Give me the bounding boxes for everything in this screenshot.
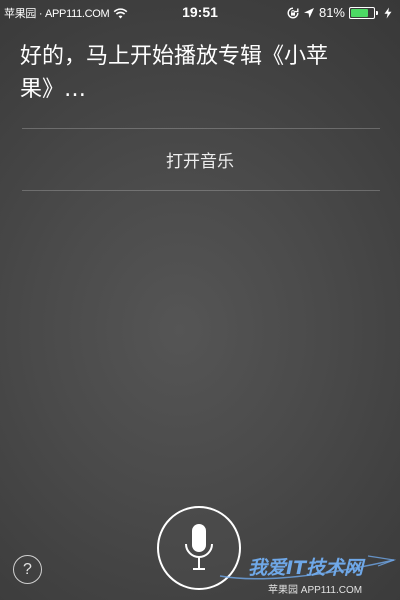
help-icon: ? xyxy=(23,560,32,578)
location-icon xyxy=(303,7,314,18)
battery-percent: 81% xyxy=(318,5,345,20)
watermark-sub: 苹果园 APP111.COM xyxy=(268,585,363,596)
microphone-icon xyxy=(185,524,213,570)
battery-fill xyxy=(351,8,369,17)
battery-icon xyxy=(349,6,378,19)
help-button[interactable]: ? xyxy=(13,555,42,584)
rotation-lock-icon xyxy=(287,7,299,18)
watermark: 我爱IT技术网 苹果园 APP111.COM xyxy=(218,550,396,596)
watermark-logo-text: 我爱IT技术网 xyxy=(248,557,366,579)
status-bar: 苹果园 · APP111.COM 19:51 81% xyxy=(0,0,400,26)
open-music-button[interactable]: 打开音乐 xyxy=(0,128,400,190)
charging-icon xyxy=(384,7,392,18)
open-music-label: 打开音乐 xyxy=(166,151,234,172)
siri-response-text: 好的，马上开始播放专辑《小苹果》… xyxy=(20,44,329,102)
divider-bottom xyxy=(22,190,380,191)
status-right: 81% xyxy=(287,5,394,20)
watermark-logo: 我爱IT技术网 xyxy=(219,555,396,580)
